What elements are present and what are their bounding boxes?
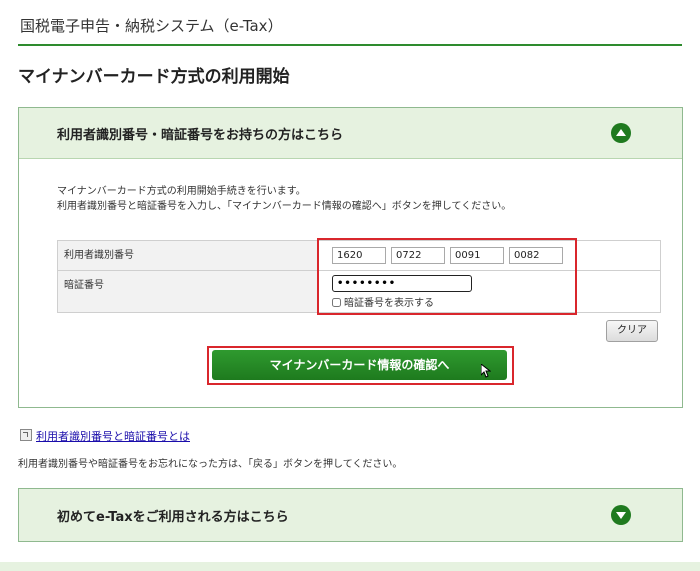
clear-button[interactable]: クリア — [606, 320, 658, 342]
description-line-1: マイナンバーカード方式の利用開始手続きを行います。 — [57, 186, 306, 197]
mouse-cursor-icon — [481, 364, 491, 378]
first-time-panel[interactable]: 初めてe-Taxをご利用される方はこちら — [18, 488, 683, 542]
page-title: マイナンバーカード方式の利用開始 — [18, 67, 290, 87]
user-id-label-cell: 利用者識別番号 — [58, 241, 319, 270]
password-label-cell: 暗証番号 — [58, 271, 319, 312]
site-title: 国税電子申告・納税システム（e-Tax） — [20, 17, 283, 35]
help-link-row: 利用者識別番号と暗証番号とは — [20, 428, 190, 444]
help-link[interactable]: 利用者識別番号と暗証番号とは — [36, 430, 190, 443]
confirm-button[interactable]: マイナンバーカード情報の確認へ — [212, 350, 507, 380]
chevron-down-icon[interactable] — [611, 505, 631, 525]
site-header: 国税電子申告・納税システム（e-Tax） — [18, 0, 682, 46]
user-id-label: 利用者識別番号 — [64, 250, 134, 261]
footer-bar — [0, 562, 700, 571]
panel-heading: 利用者識別番号・暗証番号をお持ちの方はこちら — [57, 128, 344, 143]
password-label: 暗証番号 — [64, 280, 104, 291]
forgot-note: 利用者識別番号や暗証番号をお忘れになった方は、「戻る」ボタンを押してください。 — [18, 459, 403, 470]
input-highlight-box — [317, 238, 577, 315]
chevron-up-icon[interactable] — [611, 123, 631, 143]
first-time-heading: 初めてe-Taxをご利用される方はこちら — [57, 510, 289, 525]
panel-header[interactable]: 利用者識別番号・暗証番号をお持ちの方はこちら — [19, 108, 682, 159]
description-line-2: 利用者識別番号と暗証番号を入力し、「マイナンバーカード情報の確認へ」ボタンを押し… — [57, 201, 512, 212]
external-link-icon — [20, 429, 32, 441]
